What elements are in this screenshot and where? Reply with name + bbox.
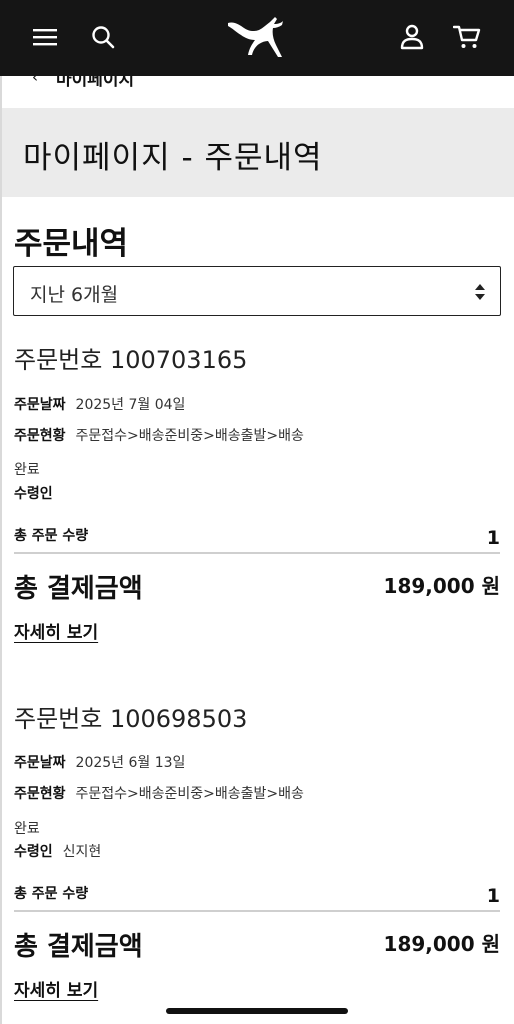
order-detail-link[interactable]: 자세히 보기 <box>14 976 98 1001</box>
order-detail-link[interactable]: 자세히 보기 <box>14 618 98 643</box>
order-recipient-value: 신지현 <box>62 844 102 860</box>
period-select[interactable]: 지난 6개월 <box>13 266 501 316</box>
order-total-value: 189,000 원 <box>383 932 500 956</box>
menu-icon[interactable] <box>27 19 63 55</box>
order-divider <box>14 910 500 912</box>
order-qty-label: 총 주문 수량 <box>14 886 89 902</box>
top-navigation-bar <box>0 0 514 76</box>
order-qty-value: 1 <box>486 527 500 549</box>
order-recipient-row: 수령인 <box>14 483 63 503</box>
order-number: 주문번호 100698503 <box>14 705 248 733</box>
order-date-value: 2025년 7월 04일 <box>75 397 186 413</box>
puma-logo[interactable] <box>222 12 288 62</box>
order-status-row: 주문현황 주문접수>배송준비중>배송출발>배송 <box>14 425 304 445</box>
period-select-value: 지난 6개월 <box>30 284 119 306</box>
order-number: 주문번호 100703165 <box>14 346 248 374</box>
order-qty-value: 1 <box>486 885 500 907</box>
page-heading-banner: 마이페이지 - 주문내역 <box>2 108 514 197</box>
order-qty-label: 총 주문 수량 <box>14 528 89 544</box>
order-date-value: 2025년 6월 13일 <box>75 755 186 771</box>
order-total-label: 총 결제금액 <box>14 932 143 962</box>
order-total-label: 총 결제금액 <box>14 574 143 604</box>
order-status-value: 주문접수>배송준비중>배송출발>배송 <box>75 428 304 444</box>
order-status-label: 주문현황 <box>14 786 66 802</box>
order-status-tail: 완료 <box>14 821 40 837</box>
section-title: 주문내역 <box>14 226 129 262</box>
order-date-label: 주문날짜 <box>14 397 66 413</box>
order-date-row: 주문날짜 2025년 7월 04일 <box>14 394 185 414</box>
order-total-value: 189,000 원 <box>383 574 500 598</box>
order-recipient-row: 수령인 신지현 <box>14 841 101 861</box>
order-status-row: 주문현황 주문접수>배송준비중>배송출발>배송 <box>14 783 304 803</box>
page-title: 마이페이지 - 주문내역 <box>23 140 323 176</box>
order-status-value: 주문접수>배송준비중>배송출발>배송 <box>75 786 304 802</box>
page-edge <box>0 76 2 1024</box>
order-date-row: 주문날짜 2025년 6월 13일 <box>14 752 185 772</box>
order-divider <box>14 552 500 554</box>
user-icon[interactable] <box>394 19 430 55</box>
order-status-tail: 완료 <box>14 462 40 478</box>
order-date-label: 주문날짜 <box>14 755 66 771</box>
order-status-label: 주문현황 <box>14 428 66 444</box>
search-icon[interactable] <box>85 19 121 55</box>
sort-arrows-icon <box>475 284 485 300</box>
order-recipient-label: 수령인 <box>14 486 53 502</box>
order-recipient-label: 수령인 <box>14 844 53 860</box>
cart-icon[interactable] <box>449 19 485 55</box>
home-indicator[interactable] <box>166 1008 348 1014</box>
